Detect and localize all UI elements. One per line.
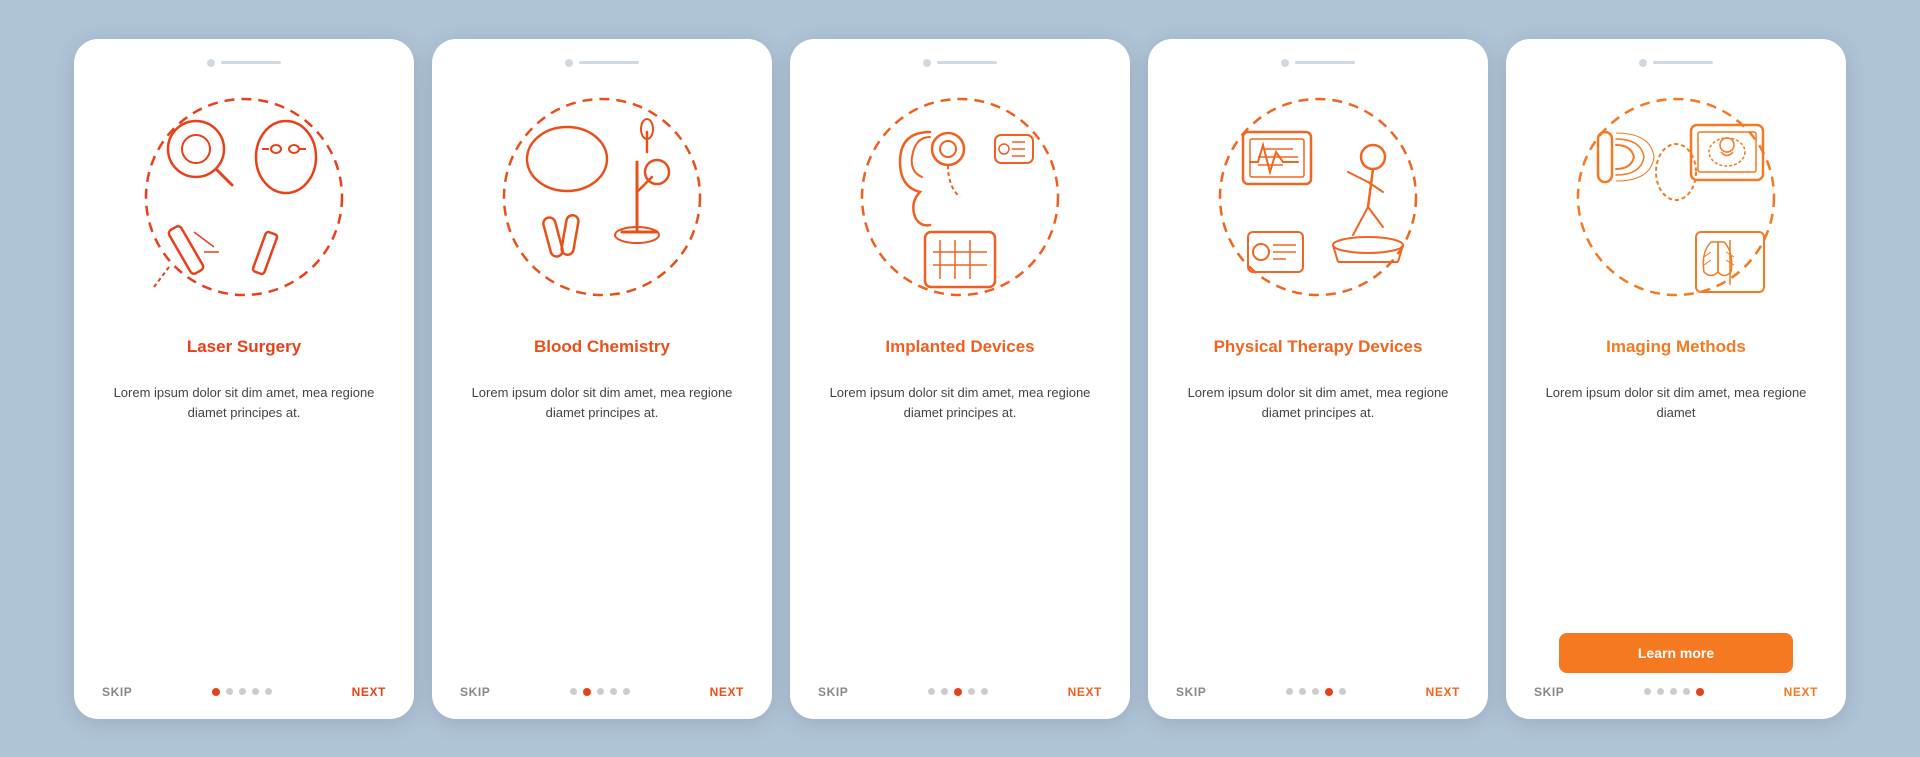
nav-dots bbox=[1286, 688, 1346, 696]
nav-dot-4 bbox=[610, 688, 617, 695]
nav-dots bbox=[1644, 688, 1704, 696]
top-line bbox=[1653, 61, 1713, 64]
screen-body: Lorem ipsum dolor sit dim amet, mea regi… bbox=[1172, 383, 1464, 671]
bottom-nav: SKIP NEXT bbox=[98, 685, 390, 699]
nav-dots bbox=[570, 688, 630, 696]
illustration-laser-surgery bbox=[124, 77, 364, 317]
next-button[interactable]: NEXT bbox=[1784, 685, 1818, 699]
nav-dot-1 bbox=[928, 688, 935, 695]
next-button[interactable]: NEXT bbox=[710, 685, 744, 699]
nav-dot-3 bbox=[1312, 688, 1319, 695]
top-line bbox=[221, 61, 281, 64]
illustration-imaging-methods bbox=[1556, 77, 1796, 317]
top-line bbox=[579, 61, 639, 64]
nav-dot-2 bbox=[1299, 688, 1306, 695]
nav-dot-2 bbox=[226, 688, 233, 695]
top-dot bbox=[1639, 59, 1647, 67]
nav-dot-3 bbox=[1670, 688, 1677, 695]
screens-container: Laser Surgery Lorem ipsum dolor sit dim … bbox=[74, 39, 1846, 719]
screen-blood-chemistry: Blood Chemistry Lorem ipsum dolor sit di… bbox=[432, 39, 772, 719]
screen-body: Lorem ipsum dolor sit dim amet, mea regi… bbox=[98, 383, 390, 671]
top-dot bbox=[1281, 59, 1289, 67]
skip-button[interactable]: SKIP bbox=[818, 685, 848, 699]
nav-dot-4 bbox=[968, 688, 975, 695]
next-button[interactable]: NEXT bbox=[1068, 685, 1102, 699]
top-line bbox=[937, 61, 997, 64]
nav-dot-3 bbox=[597, 688, 604, 695]
screen-body: Lorem ipsum dolor sit dim amet, mea regi… bbox=[1530, 383, 1822, 623]
nav-dot-1 bbox=[1644, 688, 1651, 695]
nav-dot-1 bbox=[212, 688, 220, 696]
top-line bbox=[1295, 61, 1355, 64]
skip-button[interactable]: SKIP bbox=[102, 685, 132, 699]
skip-button[interactable]: SKIP bbox=[460, 685, 490, 699]
nav-dot-2 bbox=[941, 688, 948, 695]
nav-dots bbox=[928, 688, 988, 696]
nav-dot-4 bbox=[1325, 688, 1333, 696]
screen-implanted-devices: Implanted Devices Lorem ipsum dolor sit … bbox=[790, 39, 1130, 719]
bottom-nav: SKIP NEXT bbox=[456, 685, 748, 699]
nav-dot-3 bbox=[239, 688, 246, 695]
top-bar-4 bbox=[1172, 59, 1464, 67]
screen-title: Imaging Methods bbox=[1606, 325, 1746, 371]
screen-title: Blood Chemistry bbox=[534, 325, 670, 371]
screen-body: Lorem ipsum dolor sit dim amet, mea regi… bbox=[814, 383, 1106, 671]
nav-dot-5 bbox=[265, 688, 272, 695]
top-bar-2 bbox=[456, 59, 748, 67]
top-dot bbox=[207, 59, 215, 67]
top-bar-1 bbox=[98, 59, 390, 67]
screen-title: Physical Therapy Devices bbox=[1214, 325, 1423, 371]
nav-dot-1 bbox=[1286, 688, 1293, 695]
next-button[interactable]: NEXT bbox=[352, 685, 386, 699]
bottom-nav: SKIP NEXT bbox=[1530, 685, 1822, 699]
screen-title: Implanted Devices bbox=[885, 325, 1034, 371]
nav-dot-5 bbox=[981, 688, 988, 695]
skip-button[interactable]: SKIP bbox=[1534, 685, 1564, 699]
nav-dot-1 bbox=[570, 688, 577, 695]
nav-dot-4 bbox=[1683, 688, 1690, 695]
skip-button[interactable]: SKIP bbox=[1176, 685, 1206, 699]
top-bar-3 bbox=[814, 59, 1106, 67]
screen-imaging-methods: Imaging Methods Lorem ipsum dolor sit di… bbox=[1506, 39, 1846, 719]
illustration-implanted-devices bbox=[840, 77, 1080, 317]
nav-dot-5 bbox=[1696, 688, 1704, 696]
screen-physical-therapy: Physical Therapy Devices Lorem ipsum dol… bbox=[1148, 39, 1488, 719]
screen-laser-surgery: Laser Surgery Lorem ipsum dolor sit dim … bbox=[74, 39, 414, 719]
top-dot bbox=[923, 59, 931, 67]
illustration-physical-therapy bbox=[1198, 77, 1438, 317]
nav-dot-2 bbox=[583, 688, 591, 696]
bottom-nav: SKIP NEXT bbox=[1172, 685, 1464, 699]
nav-dot-3 bbox=[954, 688, 962, 696]
nav-dot-4 bbox=[252, 688, 259, 695]
nav-dot-5 bbox=[1339, 688, 1346, 695]
screen-title: Laser Surgery bbox=[187, 325, 301, 371]
nav-dot-5 bbox=[623, 688, 630, 695]
top-bar-5 bbox=[1530, 59, 1822, 67]
bottom-nav: SKIP NEXT bbox=[814, 685, 1106, 699]
next-button[interactable]: NEXT bbox=[1426, 685, 1460, 699]
illustration-blood-chemistry bbox=[482, 77, 722, 317]
nav-dot-2 bbox=[1657, 688, 1664, 695]
learn-more-button[interactable]: Learn more bbox=[1559, 633, 1793, 673]
top-dot bbox=[565, 59, 573, 67]
screen-body: Lorem ipsum dolor sit dim amet, mea regi… bbox=[456, 383, 748, 671]
nav-dots bbox=[212, 688, 272, 696]
